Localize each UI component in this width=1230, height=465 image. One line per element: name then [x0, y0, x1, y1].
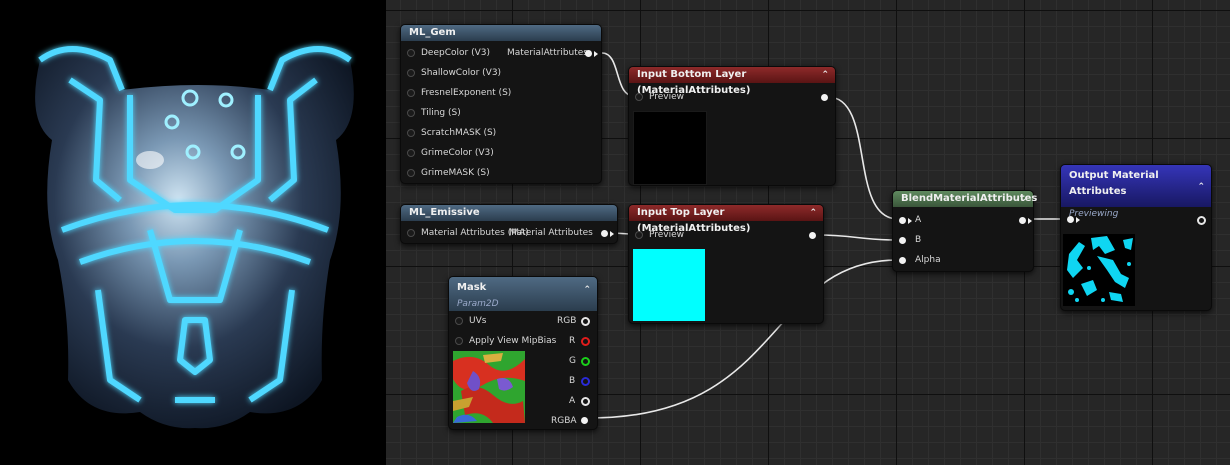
armor-chestplate-preview: [35, 46, 354, 429]
output-input-arrow-icon: [1076, 217, 1080, 223]
bottom-layer-preview-swatch: [633, 111, 707, 185]
chevron-up-icon[interactable]: ⌃: [821, 67, 829, 83]
output-result-pin[interactable]: [1197, 216, 1206, 225]
blend-a-label: A: [915, 215, 922, 225]
a-output-pin[interactable]: [581, 397, 590, 406]
ml-emissive-header[interactable]: ML_Emissive: [401, 205, 617, 221]
emissive-input-pin[interactable]: [407, 229, 415, 237]
wire-top-to-blend-b: [815, 234, 899, 241]
ml-gem-node[interactable]: ML_Gem DeepColor (V3) MaterialAttributes…: [400, 24, 602, 184]
mask-texture-node[interactable]: Mask Param2D ⌃ UVs Apply View MipBias RGB …: [448, 276, 598, 430]
ml-gem-header[interactable]: ML_Gem: [401, 25, 601, 41]
output-preview-thumbnail: [1063, 234, 1135, 306]
blend-output-arrow-icon: [1028, 218, 1032, 224]
rgba-output-pin[interactable]: [581, 417, 588, 424]
output-subtitle: Previewing: [1069, 209, 1119, 219]
emissive-output-pin[interactable]: [601, 230, 608, 237]
mipbias-label: Apply View MipBias: [469, 336, 557, 346]
r-output-label: R: [569, 336, 576, 346]
a-output-label: A: [569, 396, 576, 406]
mask-subtitle: Param2D: [457, 299, 499, 309]
shallowcolor-label: ShallowColor (V3): [421, 68, 502, 78]
bottom-output-pin[interactable]: [821, 94, 828, 101]
ml-gem-title: ML_Gem: [409, 27, 456, 38]
rgb-output-pin[interactable]: [581, 317, 590, 326]
output-title: Output Material Attributes: [1069, 170, 1159, 197]
top-preview-label: Preview: [649, 230, 685, 240]
output-header[interactable]: Output Material Attributes Previewing ⌃: [1061, 165, 1211, 219]
g-output-label: G: [569, 356, 576, 366]
ml-emissive-node[interactable]: ML_Emissive Material Attributes (MA) Mat…: [400, 204, 618, 244]
top-layer-preview-swatch: [633, 249, 705, 321]
ml-emissive-title: ML_Emissive: [409, 207, 480, 218]
blend-output-pin[interactable]: [1019, 217, 1026, 224]
emissive-output-arrow-icon: [610, 231, 614, 237]
input-bottom-header[interactable]: Input Bottom Layer (MaterialAttributes) ⌃: [629, 67, 835, 96]
gem-output-arrow-icon: [594, 51, 598, 57]
scratchmask-label: ScratchMASK (S): [421, 128, 497, 138]
bottom-preview-label: Preview: [649, 92, 685, 102]
chevron-up-icon[interactable]: ⌃: [809, 205, 817, 221]
mipbias-input-pin[interactable]: [455, 337, 463, 345]
emissive-output-label: Material Attributes: [509, 228, 593, 238]
bottom-preview-input-pin[interactable]: [635, 93, 643, 101]
blend-alpha-label: Alpha: [915, 255, 941, 265]
output-material-attributes-node[interactable]: Output Material Attributes Previewing ⌃: [1060, 164, 1212, 311]
scratchmask-input-pin[interactable]: [407, 129, 415, 137]
uvs-input-pin[interactable]: [455, 317, 463, 325]
fresnelexponent-label: FresnelExponent (S): [421, 88, 512, 98]
blend-alpha-input-pin[interactable]: [899, 257, 906, 264]
mask-texture-thumbnail: [453, 351, 525, 423]
deepcolor-input-pin[interactable]: [407, 49, 415, 57]
chevron-up-icon[interactable]: ⌃: [1197, 179, 1205, 195]
gem-output-label: MaterialAttributes: [507, 48, 588, 58]
chevron-up-icon[interactable]: ⌃: [583, 282, 591, 298]
input-top-layer-node[interactable]: Input Top Layer (MaterialAttributes) ⌃ Pr…: [628, 204, 824, 324]
blend-header[interactable]: BlendMaterialAttributes ⌄: [893, 191, 1037, 207]
b-output-pin[interactable]: [581, 377, 590, 386]
input-top-header[interactable]: Input Top Layer (MaterialAttributes) ⌃: [629, 205, 823, 234]
deepcolor-label: DeepColor (V3): [421, 48, 490, 58]
grimemask-label: GrimeMASK (S): [421, 168, 490, 178]
chevron-down-icon[interactable]: ⌄: [1019, 191, 1027, 207]
material-graph-canvas[interactable]: ML_Gem DeepColor (V3) MaterialAttributes…: [386, 0, 1230, 465]
tiling-label: Tiling (S): [421, 108, 461, 118]
gem-output-pin[interactable]: [585, 50, 592, 57]
r-output-pin[interactable]: [581, 337, 590, 346]
tiling-input-pin[interactable]: [407, 109, 415, 117]
rgb-output-label: RGB: [557, 316, 577, 326]
blend-b-input-pin[interactable]: [899, 237, 906, 244]
top-preview-input-pin[interactable]: [635, 231, 643, 239]
mask-header[interactable]: Mask Param2D ⌃: [449, 277, 597, 311]
g-output-pin[interactable]: [581, 357, 590, 366]
b-output-label: B: [569, 376, 576, 386]
top-output-pin[interactable]: [809, 232, 816, 239]
grimemask-input-pin[interactable]: [407, 169, 415, 177]
blend-a-input-pin[interactable]: [899, 217, 906, 224]
uvs-label: UVs: [469, 316, 487, 326]
blend-b-label: B: [915, 235, 922, 245]
fresnelexponent-input-pin[interactable]: [407, 89, 415, 97]
output-input-pin[interactable]: [1067, 216, 1074, 223]
input-bottom-layer-node[interactable]: Input Bottom Layer (MaterialAttributes) ⌃…: [628, 66, 836, 186]
blend-title: BlendMaterialAttributes: [901, 193, 1038, 204]
mask-title: Mask: [457, 282, 487, 293]
wire-bottom-to-blend-a: [827, 96, 899, 220]
blend-material-attributes-node[interactable]: BlendMaterialAttributes ⌄ A B Alpha: [892, 190, 1037, 272]
blend-a-arrow-icon: [908, 218, 912, 224]
rgba-output-label: RGBA: [551, 416, 577, 426]
material-preview-viewport[interactable]: [0, 0, 386, 465]
grimecolor-label: GrimeColor (V3): [421, 148, 494, 158]
shallowcolor-input-pin[interactable]: [407, 69, 415, 77]
grimecolor-input-pin[interactable]: [407, 149, 415, 157]
